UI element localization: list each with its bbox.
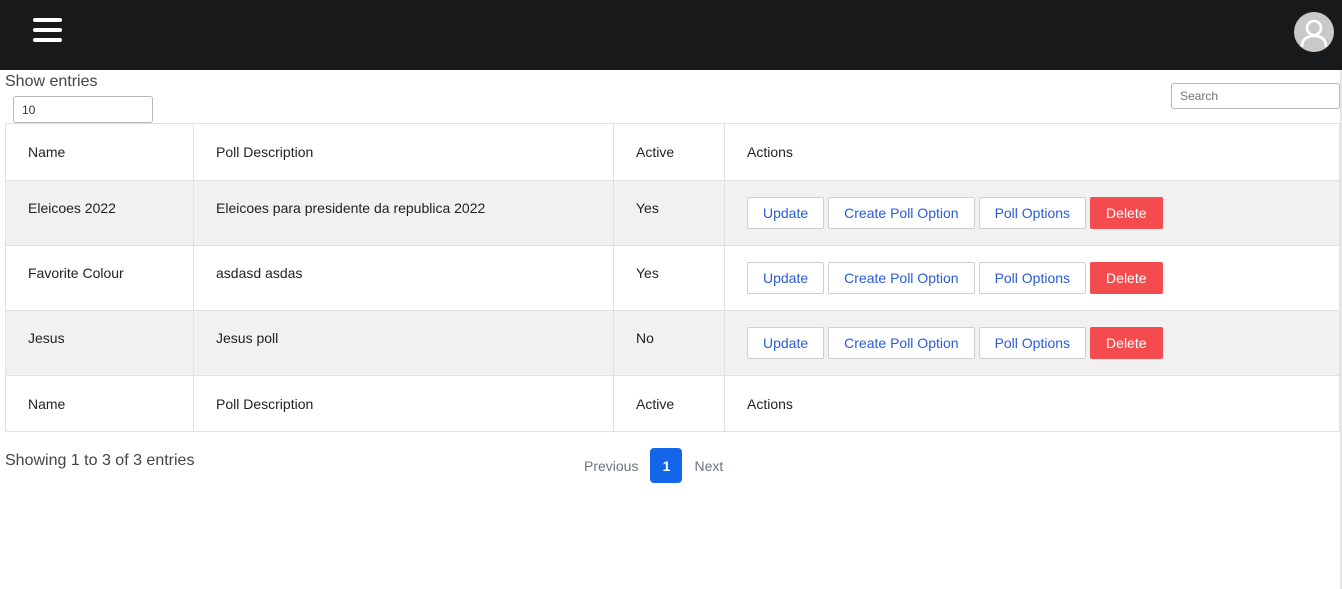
column-header-description[interactable]: Poll Description	[193, 123, 614, 181]
update-button[interactable]: Update	[747, 197, 825, 229]
cell-actions: Update Create Poll Option Poll Options Dele…	[724, 245, 1340, 311]
create-poll-option-button[interactable]: Create Poll Option	[828, 327, 975, 359]
search-input[interactable]	[1171, 83, 1340, 109]
table-row: Eleicoes 2022 Eleicoes para presidente d…	[5, 180, 1340, 246]
user-avatar-icon[interactable]	[1294, 12, 1334, 52]
delete-button[interactable]: Delete	[1090, 262, 1163, 294]
pagination: Previous 1 Next	[575, 448, 732, 483]
polls-table: Name Poll Description Active Actions Ele…	[5, 123, 1340, 432]
cell-active: No	[613, 310, 725, 376]
column-footer-name: Name	[5, 375, 194, 432]
poll-options-button[interactable]: Poll Options	[978, 327, 1087, 359]
cell-description: asdasd asdas	[193, 245, 614, 311]
update-button[interactable]: Update	[747, 327, 825, 359]
cell-name: Favorite Colour	[5, 245, 194, 311]
cell-active: Yes	[613, 245, 725, 311]
column-header-active[interactable]: Active	[613, 123, 725, 181]
column-header-actions[interactable]: Actions	[724, 123, 1340, 181]
previous-page-link[interactable]: Previous	[575, 458, 647, 474]
cell-actions: Update Create Poll Option Poll Options Dele…	[724, 180, 1340, 246]
delete-button[interactable]: Delete	[1090, 197, 1163, 229]
column-footer-description: Poll Description	[193, 375, 614, 432]
top-navbar	[0, 0, 1342, 70]
hamburger-menu-icon[interactable]	[33, 16, 63, 44]
cell-name: Jesus	[5, 310, 194, 376]
create-poll-option-button[interactable]: Create Poll Option	[828, 197, 975, 229]
create-poll-option-button[interactable]: Create Poll Option	[828, 262, 975, 294]
cell-actions: Update Create Poll Option Poll Options Dele…	[724, 310, 1340, 376]
cell-description: Eleicoes para presidente da republica 20…	[193, 180, 614, 246]
page-1-button[interactable]: 1	[650, 448, 683, 483]
delete-button[interactable]: Delete	[1090, 327, 1163, 359]
entries-info: Showing 1 to 3 of 3 entries	[5, 452, 195, 469]
update-button[interactable]: Update	[747, 262, 825, 294]
column-footer-active: Active	[613, 375, 725, 432]
table-header-row: Name Poll Description Active Actions	[5, 123, 1340, 181]
column-header-name[interactable]: Name	[5, 123, 194, 181]
poll-options-button[interactable]: Poll Options	[978, 262, 1087, 294]
table-footer-row: Name Poll Description Active Actions	[5, 375, 1340, 432]
poll-options-button[interactable]: Poll Options	[978, 197, 1087, 229]
table-row: Favorite Colour asdasd asdas Yes Update C…	[5, 245, 1340, 311]
cell-name: Eleicoes 2022	[5, 180, 194, 246]
show-entries-label: Show entries	[5, 73, 98, 90]
next-page-link[interactable]: Next	[685, 458, 732, 474]
column-footer-actions: Actions	[724, 375, 1340, 432]
table-row: Jesus Jesus poll No Update Create Poll Op…	[5, 310, 1340, 376]
cell-description: Jesus poll	[193, 310, 614, 376]
entries-per-page-input[interactable]	[13, 96, 153, 123]
cell-active: Yes	[613, 180, 725, 246]
